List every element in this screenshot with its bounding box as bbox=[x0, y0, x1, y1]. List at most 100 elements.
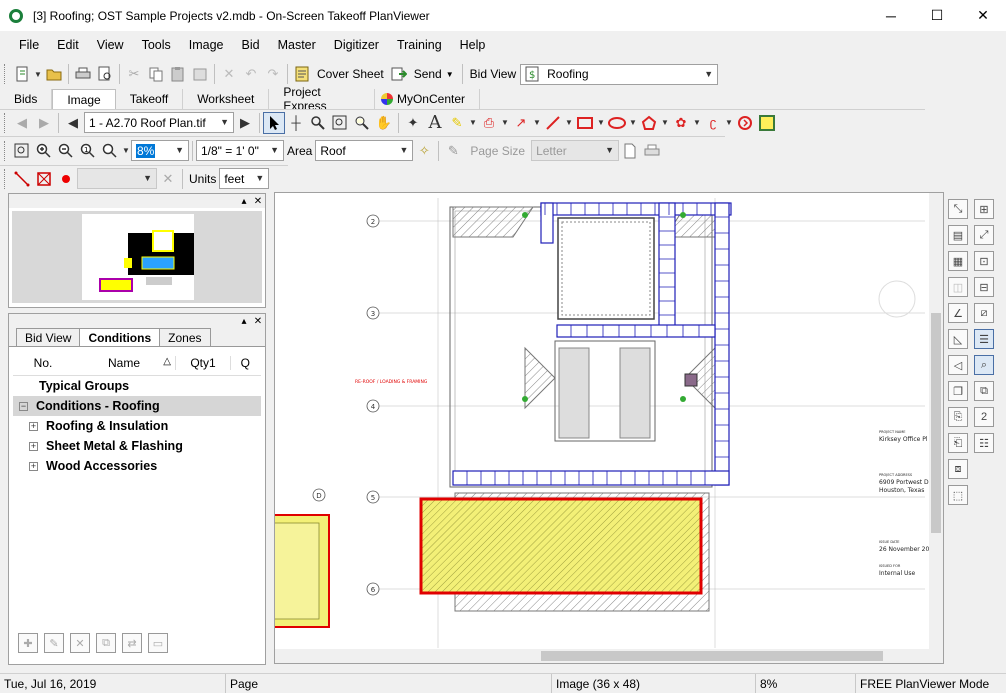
rotate-icon[interactable]: ⤡ bbox=[948, 199, 968, 219]
zoom-100-icon[interactable]: 1 bbox=[77, 140, 99, 162]
cover-sheet-icon[interactable] bbox=[291, 63, 313, 85]
cloud-dropdown-icon[interactable]: ▼ bbox=[692, 112, 702, 134]
tree-row-wood-accessories[interactable]: + Wood Accessories bbox=[13, 456, 261, 476]
polygon-annotation-icon[interactable] bbox=[638, 112, 660, 134]
new-bid-icon[interactable] bbox=[11, 63, 33, 85]
condition-select[interactable]: ▼ bbox=[77, 168, 157, 189]
tab-conditions[interactable]: Conditions bbox=[79, 328, 161, 346]
play-overlay-icon[interactable] bbox=[734, 112, 756, 134]
zoom-icon[interactable] bbox=[307, 112, 329, 134]
crop-icon[interactable]: ⧄ bbox=[974, 303, 994, 323]
split-icon[interactable]: ⊟ bbox=[974, 277, 994, 297]
menu-tools[interactable]: Tools bbox=[133, 38, 180, 52]
pin-icon[interactable]: ▴ bbox=[237, 196, 251, 207]
send-dropdown-icon[interactable]: ▼ bbox=[446, 70, 454, 79]
zoom-out-icon[interactable] bbox=[55, 140, 77, 162]
measure-line-icon[interactable] bbox=[11, 168, 33, 190]
zoom-dropdown-icon[interactable]: ▼ bbox=[121, 140, 131, 162]
delete-icon[interactable]: ✕ bbox=[218, 63, 240, 85]
column-no[interactable]: No. bbox=[13, 356, 73, 370]
open-folder-icon[interactable] bbox=[43, 63, 65, 85]
line-dropdown-icon[interactable]: ▼ bbox=[564, 112, 574, 134]
page-size-select[interactable]: Letter ▼ bbox=[531, 140, 620, 161]
page-copy-icon[interactable]: ❐ bbox=[948, 381, 968, 401]
area-wand-icon[interactable]: ✧ bbox=[413, 140, 435, 162]
freehand-annotation-icon[interactable]: ʗ bbox=[702, 112, 724, 134]
tab-worksheet[interactable]: Worksheet bbox=[183, 89, 270, 109]
menu-bid[interactable]: Bid bbox=[233, 38, 269, 52]
column-qty1[interactable]: Qty1 bbox=[175, 355, 230, 370]
bid-view-select[interactable]: $ Roofing ▼ bbox=[520, 63, 719, 85]
ellipse-annotation-icon[interactable] bbox=[606, 112, 628, 134]
freehand-dropdown-icon[interactable]: ▼ bbox=[724, 112, 734, 134]
tree-row-conditions-roofing[interactable]: − Conditions - Roofing bbox=[13, 396, 261, 416]
magic-wand-icon[interactable]: ✦ bbox=[402, 112, 424, 134]
pin-icon[interactable]: ▴ bbox=[237, 316, 251, 327]
grid-icon[interactable]: ▦ bbox=[948, 251, 968, 271]
line-annotation-icon[interactable] bbox=[542, 112, 564, 134]
menu-image[interactable]: Image bbox=[180, 38, 233, 52]
page-stack-icon[interactable]: ⧈ bbox=[948, 459, 968, 479]
arrow-dropdown-icon[interactable]: ▼ bbox=[532, 112, 542, 134]
next-page-icon[interactable]: ▶ bbox=[234, 112, 256, 134]
expand-icon[interactable]: + bbox=[29, 421, 38, 431]
expand-icon[interactable]: + bbox=[29, 441, 38, 451]
highlighter-icon[interactable]: ✎ bbox=[446, 112, 468, 134]
note-icon[interactable] bbox=[756, 112, 778, 134]
tab-zones[interactable]: Zones bbox=[159, 328, 211, 346]
menu-help[interactable]: Help bbox=[451, 38, 495, 52]
dropdown-arrow-icon[interactable]: ▼ bbox=[33, 63, 43, 85]
menu-view[interactable]: View bbox=[88, 38, 133, 52]
menu-edit[interactable]: Edit bbox=[48, 38, 88, 52]
thumbnail-view[interactable] bbox=[12, 211, 262, 303]
forward-icon[interactable]: ▶ bbox=[33, 112, 55, 134]
add-page-icon[interactable]: ⊞ bbox=[974, 199, 994, 219]
zoom-select[interactable]: 8% ▼ bbox=[131, 140, 189, 161]
stamp-icon[interactable]: ⎙ bbox=[478, 112, 500, 134]
polygon-dropdown-icon[interactable]: ▼ bbox=[660, 112, 670, 134]
stamp-dropdown-icon[interactable]: ▼ bbox=[500, 112, 510, 134]
edit-condition-icon[interactable]: ✎ bbox=[44, 633, 64, 653]
details-icon[interactable]: ☷ bbox=[974, 433, 994, 453]
overlay-icon[interactable]: ◫ bbox=[948, 277, 968, 297]
print-preview-icon[interactable] bbox=[94, 63, 116, 85]
measure-area-icon[interactable] bbox=[33, 168, 55, 190]
network-icon[interactable]: ⊡ bbox=[974, 251, 994, 271]
close-icon[interactable]: ✕ bbox=[251, 196, 265, 207]
close-button[interactable]: ✕ bbox=[960, 0, 1006, 31]
page-setup-icon[interactable]: ✎ bbox=[442, 140, 464, 162]
select-pointer-icon[interactable] bbox=[263, 111, 285, 134]
area-select[interactable]: Roof ▼ bbox=[315, 140, 414, 161]
tab-image[interactable]: Image bbox=[52, 89, 116, 109]
vertical-scrollbar[interactable] bbox=[929, 193, 943, 651]
zoom-area-icon[interactable] bbox=[351, 112, 373, 134]
previous-page-icon[interactable]: ◀ bbox=[62, 112, 84, 134]
tab-takeoff[interactable]: Takeoff bbox=[116, 89, 184, 109]
menu-master[interactable]: Master bbox=[269, 38, 325, 52]
tree-row-typical-groups[interactable]: Typical Groups bbox=[13, 376, 261, 396]
drawing-canvas[interactable]: 2 3 4 5 6 D RE-ROOF / LOADING & FRAMING … bbox=[274, 192, 944, 664]
paste-special-icon[interactable] bbox=[189, 63, 211, 85]
rectangle-annotation-icon[interactable] bbox=[574, 112, 596, 134]
menu-file[interactable]: File bbox=[10, 38, 48, 52]
text-annotation-icon[interactable]: A bbox=[424, 112, 446, 134]
move-condition-icon[interactable]: ⇄ bbox=[122, 633, 142, 653]
page-number-icon[interactable]: 2 bbox=[974, 407, 994, 427]
cover-sheet-button[interactable]: Cover Sheet bbox=[317, 67, 384, 81]
paste-icon[interactable] bbox=[167, 63, 189, 85]
zoom-window-icon[interactable] bbox=[329, 112, 351, 134]
vertical-scroll-thumb[interactable] bbox=[931, 313, 941, 533]
units-select[interactable]: feet ▼ bbox=[219, 168, 270, 189]
collapse-icon[interactable]: − bbox=[19, 401, 28, 411]
tree-row-roofing-insulation[interactable]: + Roofing & Insulation bbox=[13, 416, 261, 436]
layer-icon[interactable]: ▤ bbox=[948, 225, 968, 245]
add-condition-icon[interactable]: ✚ bbox=[18, 633, 38, 653]
horizontal-scroll-thumb[interactable] bbox=[541, 651, 883, 661]
scale-select[interactable]: 1/8" = 1' 0" ▼ bbox=[196, 140, 284, 161]
undo-icon[interactable]: ↶ bbox=[240, 63, 262, 85]
page-attach-icon[interactable]: ⎘ bbox=[948, 407, 968, 427]
zoom-page-icon[interactable] bbox=[11, 140, 33, 162]
tree-row-sheet-metal[interactable]: + Sheet Metal & Flashing bbox=[13, 436, 261, 456]
column-name[interactable]: Name △ bbox=[73, 356, 175, 370]
ellipse-dropdown-icon[interactable]: ▼ bbox=[628, 112, 638, 134]
